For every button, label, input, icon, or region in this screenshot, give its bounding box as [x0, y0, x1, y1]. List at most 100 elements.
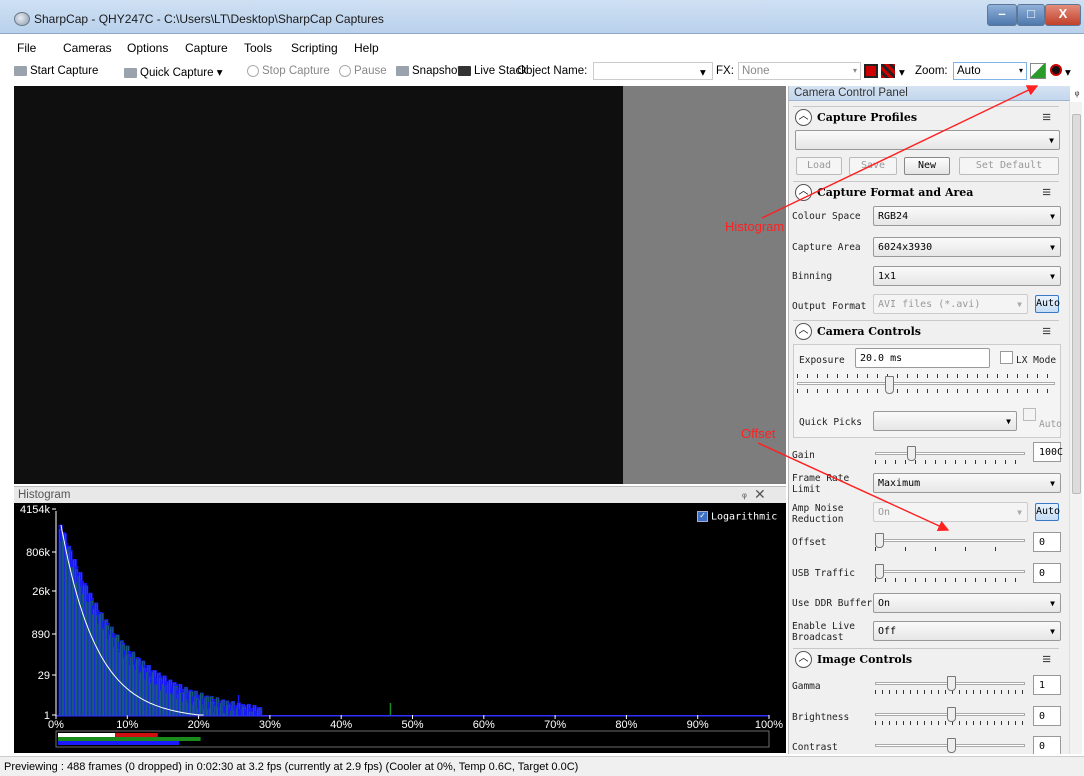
- set-default-button[interactable]: Set Default: [959, 157, 1059, 175]
- binning-select[interactable]: 1x1 ▼: [873, 266, 1061, 286]
- snapshot-label: Snapshot: [412, 65, 461, 77]
- menu-options[interactable]: Options: [127, 41, 168, 55]
- menu-cameras[interactable]: Cameras: [63, 41, 112, 55]
- red-icon[interactable]: [864, 64, 878, 78]
- stop-capture-button[interactable]: Stop Capture: [247, 65, 330, 77]
- load-profile-button[interactable]: Load: [796, 157, 842, 175]
- amp-noise-select[interactable]: On ▼: [873, 502, 1028, 522]
- slider-thumb[interactable]: [875, 533, 884, 548]
- gamma-slider[interactable]: [875, 676, 1025, 696]
- contrast-input[interactable]: 0: [1033, 736, 1061, 754]
- hamburger-menu-icon[interactable]: ≡: [1042, 651, 1051, 668]
- gamma-input[interactable]: 1: [1033, 675, 1061, 695]
- maximize-button[interactable]: □: [1017, 4, 1045, 26]
- scrollbar-thumb[interactable]: [1072, 114, 1081, 494]
- ddr-buffer-select[interactable]: On ▼: [873, 593, 1061, 613]
- usb-traffic-input[interactable]: 0: [1033, 563, 1061, 583]
- quick-capture-dropdown-arrow[interactable]: ▾: [217, 67, 223, 79]
- control-panel-scrollbar[interactable]: [1069, 102, 1082, 754]
- colour-space-select[interactable]: RGB24 ▼: [873, 206, 1061, 226]
- control-panel-title: Camera Control Panel: [794, 87, 908, 99]
- image-controls-section[interactable]: ︿ Image Controls ≡: [793, 648, 1059, 670]
- chevron-up-icon[interactable]: ︿: [795, 651, 812, 668]
- chevron-up-icon[interactable]: ︿: [795, 184, 812, 201]
- fx-select[interactable]: None ▾: [738, 62, 861, 80]
- exposure-slider[interactable]: [797, 372, 1055, 394]
- usb-traffic-label: USB Traffic: [792, 568, 855, 579]
- output-format-auto-button[interactable]: Auto: [1035, 295, 1060, 313]
- usb-traffic-slider[interactable]: [875, 564, 1025, 584]
- chevron-up-icon[interactable]: ︿: [795, 109, 812, 126]
- slider-thumb[interactable]: [947, 707, 956, 722]
- new-profile-button[interactable]: New: [904, 157, 950, 175]
- close-button[interactable]: X: [1045, 4, 1081, 26]
- offset-input[interactable]: 0: [1033, 532, 1061, 552]
- zoom-select[interactable]: Auto ▾: [953, 62, 1027, 80]
- object-name-dropdown-arrow[interactable]: ▾: [700, 65, 706, 79]
- hamburger-menu-icon[interactable]: ≡: [1042, 109, 1051, 126]
- minimize-button[interactable]: –: [987, 4, 1017, 26]
- offset-slider[interactable]: [875, 533, 1025, 553]
- slider-thumb[interactable]: [947, 676, 956, 691]
- pin-icon[interactable]: ᵩ: [742, 488, 747, 500]
- lx-mode-checkbox[interactable]: [1000, 351, 1013, 364]
- slider-thumb[interactable]: [947, 738, 956, 753]
- status-text: Previewing : 488 frames (0 dropped) in 0…: [4, 761, 579, 773]
- chevron-up-icon[interactable]: ︿: [795, 323, 812, 340]
- lx-mode-label: LX Mode: [1016, 355, 1057, 366]
- control-panel-header: Camera Control Panel: [789, 86, 1070, 101]
- frame-rate-select[interactable]: Maximum ▼: [873, 473, 1061, 493]
- gain-input[interactable]: 100C: [1033, 442, 1063, 462]
- slider-track: [875, 570, 1025, 573]
- amp-noise-value: On: [878, 507, 891, 518]
- save-profile-button[interactable]: Save: [849, 157, 897, 175]
- capture-profiles-section[interactable]: ︿ Capture Profiles ≡: [793, 106, 1059, 128]
- capture-area-select[interactable]: 6024x3930 ▼: [873, 237, 1061, 257]
- capture-profile-select[interactable]: ▼: [795, 130, 1060, 150]
- quick-capture-button[interactable]: Quick Capture ▾: [124, 65, 223, 79]
- menu-help[interactable]: Help: [354, 41, 379, 55]
- control-panel-pin-icon[interactable]: ᵩ: [1070, 86, 1084, 100]
- gain-slider[interactable]: [875, 446, 1025, 466]
- object-name-input[interactable]: [593, 62, 713, 80]
- brightness-input[interactable]: 0: [1033, 706, 1061, 726]
- slider-thumb[interactable]: [907, 446, 916, 461]
- slider-thumb[interactable]: [875, 564, 884, 579]
- contrast-slider[interactable]: [875, 738, 1025, 754]
- magnifier-icon[interactable]: [1050, 64, 1062, 76]
- snapshot-button[interactable]: Snapshot: [396, 65, 461, 77]
- zoom-dropdown-arrow: ▾: [1018, 66, 1023, 75]
- camera-preview[interactable]: [14, 86, 623, 484]
- exposure-input[interactable]: 20.0 ms: [855, 348, 990, 368]
- brightness-slider[interactable]: [875, 707, 1025, 727]
- hamburger-menu-icon[interactable]: ≡: [1042, 184, 1051, 201]
- menu-scripting[interactable]: Scripting: [291, 41, 338, 55]
- magnifier-dropdown-arrow[interactable]: ▾: [1065, 65, 1071, 79]
- logarithmic-checkbox[interactable]: ✓ Logarithmic: [697, 511, 777, 523]
- slider-thumb[interactable]: [885, 376, 894, 394]
- menu-file[interactable]: File: [17, 41, 36, 55]
- red-grid-icon[interactable]: [881, 64, 895, 78]
- dropdown-arrow-icon: ▼: [1006, 417, 1011, 426]
- live-broadcast-select[interactable]: Off ▼: [873, 621, 1061, 641]
- menu-tools[interactable]: Tools: [244, 41, 272, 55]
- colour-space-value: RGB24: [878, 211, 909, 222]
- quick-picks-auto-checkbox[interactable]: [1023, 408, 1036, 421]
- camera-controls-section[interactable]: ︿ Camera Controls ≡: [793, 320, 1059, 342]
- menu-capture[interactable]: Capture: [185, 41, 228, 55]
- capture-format-section[interactable]: ︿ Capture Format and Area ≡: [793, 181, 1059, 203]
- hamburger-menu-icon[interactable]: ≡: [1042, 323, 1051, 340]
- start-capture-button[interactable]: Start Capture: [14, 65, 98, 77]
- pause-icon: [339, 65, 351, 77]
- gain-label: Gain: [792, 450, 815, 461]
- camera-control-panel: Camera Control Panel ︿ Capture Profiles …: [788, 86, 1070, 754]
- quick-picks-select[interactable]: ▼: [873, 411, 1017, 431]
- histogram-close-icon[interactable]: ✕: [754, 486, 766, 503]
- output-format-label: Output Format: [792, 301, 867, 312]
- output-format-select[interactable]: AVI files (*.avi) ▼: [873, 294, 1028, 314]
- dropdown-arrow-icon: ▼: [1050, 479, 1055, 488]
- pause-button[interactable]: Pause: [339, 65, 387, 77]
- amp-noise-auto-button[interactable]: Auto: [1035, 503, 1060, 521]
- red-grid-dropdown-arrow[interactable]: ▾: [899, 65, 905, 79]
- histogram-icon[interactable]: [1030, 63, 1046, 79]
